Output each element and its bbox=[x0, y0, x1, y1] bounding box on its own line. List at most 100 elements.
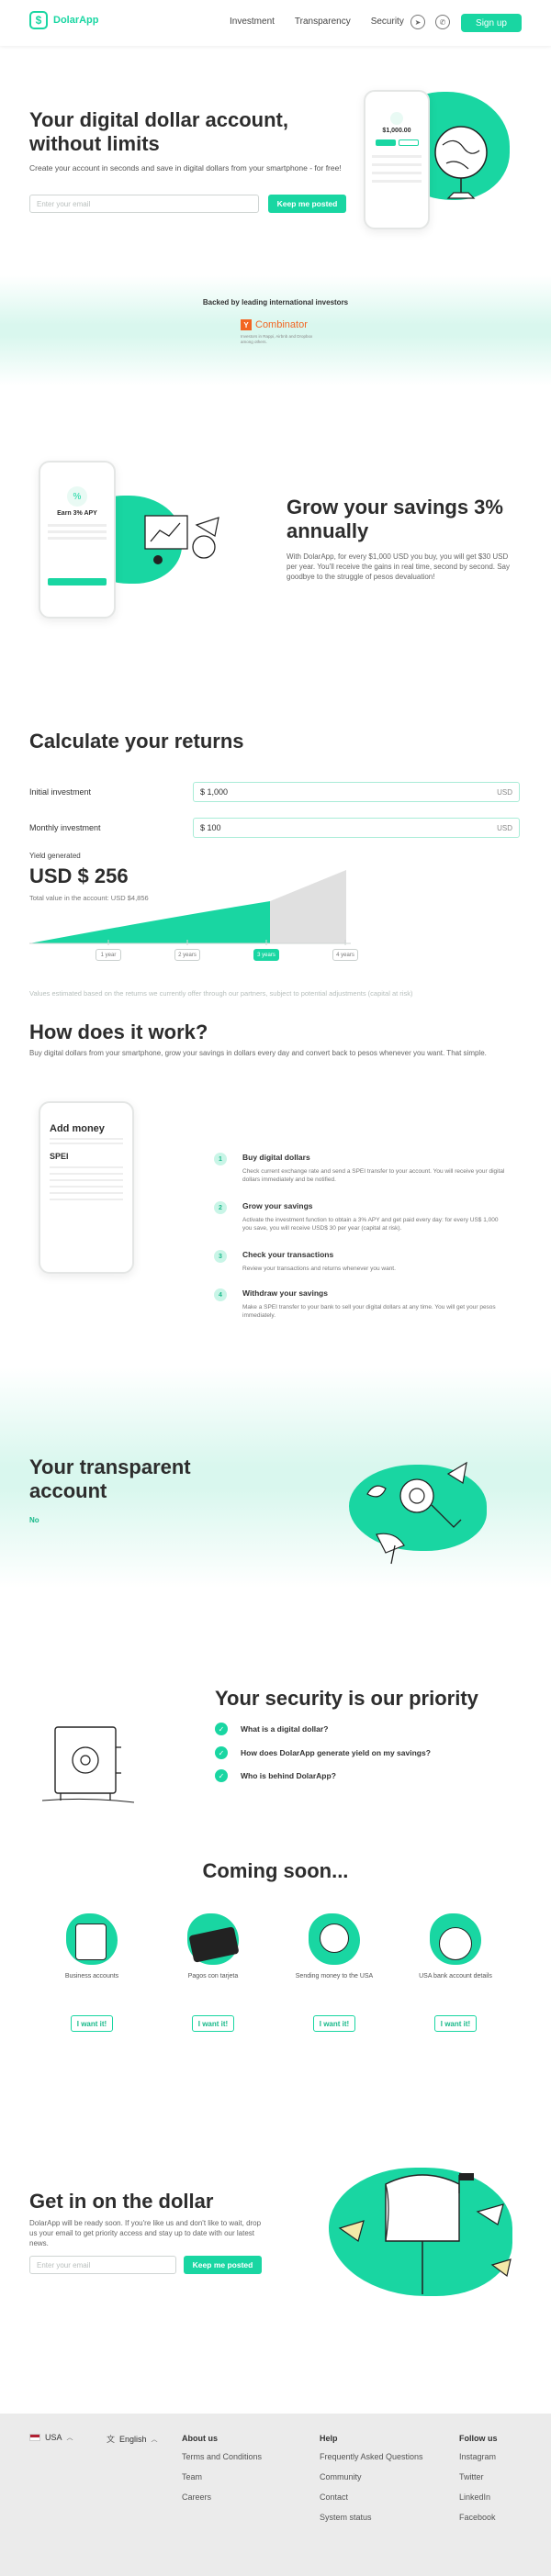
yc-logo: Y Combinator bbox=[241, 319, 308, 330]
faq-item-1[interactable]: ✓ What is a digital dollar? bbox=[215, 1723, 328, 1735]
language-label: English bbox=[119, 2434, 147, 2444]
transparent-tag: No bbox=[29, 1516, 39, 1524]
want-usa-bank-button[interactable]: I want it! bbox=[434, 2015, 477, 2032]
yc-note: Investors in Rappi, Airbnb and Dropbox a… bbox=[241, 334, 313, 344]
footer-link-community[interactable]: Community bbox=[320, 2472, 362, 2481]
phone-spei-brand: SPEI bbox=[50, 1152, 69, 1161]
hero-phone-mockup: $1,000.00 bbox=[364, 90, 430, 229]
phone-add-money-title: Add money bbox=[50, 1123, 105, 1134]
footer-link-twitter[interactable]: Twitter bbox=[459, 2472, 484, 2481]
yc-icon: Y bbox=[241, 319, 252, 330]
step-desc-2: Activate the investment function to obta… bbox=[242, 1217, 499, 1232]
soon-label-card-payments: Pagos con tarjeta bbox=[187, 1973, 239, 1979]
getin-title: Get in on the dollar bbox=[29, 2190, 214, 2213]
telegram-icon[interactable]: ➤ bbox=[410, 15, 425, 29]
yc-name: Combinator bbox=[255, 319, 308, 330]
hero-keep-posted-button[interactable]: Keep me posted bbox=[268, 195, 346, 213]
monthly-investment-field[interactable]: $ 100 USD bbox=[193, 818, 520, 838]
nav-investment[interactable]: Investment bbox=[230, 17, 275, 27]
nav-security[interactable]: Security bbox=[371, 17, 404, 27]
year-option-2[interactable]: 2 years bbox=[174, 949, 200, 961]
briefcase-icon bbox=[75, 1924, 107, 1960]
getin-email-input[interactable]: Enter your email bbox=[29, 2256, 176, 2274]
chevron-up-icon: ︿ bbox=[66, 2435, 73, 2441]
hero-subtitle: Create your account in seconds and save … bbox=[29, 163, 342, 173]
translate-icon: 文 bbox=[107, 2435, 116, 2444]
mailbox-illustration bbox=[338, 2173, 512, 2294]
investors-label: Backed by leading international investor… bbox=[202, 298, 349, 307]
yield-label: Yield generated bbox=[29, 852, 81, 860]
whatsapp-icon[interactable]: ✆ bbox=[435, 15, 450, 29]
footer-link-terms[interactable]: Terms and Conditions bbox=[182, 2452, 262, 2461]
faq-item-2[interactable]: ✓ How does DolarApp generate yield on my… bbox=[215, 1746, 431, 1759]
footer-link-contact[interactable]: Contact bbox=[320, 2492, 348, 2502]
year-option-1[interactable]: 1 year bbox=[96, 949, 121, 961]
want-send-usa-button[interactable]: I want it! bbox=[313, 2015, 355, 2032]
currency-label: USD bbox=[497, 787, 512, 797]
logo-text: DolarApp bbox=[53, 15, 99, 26]
step-title-3: Check your transactions bbox=[242, 1250, 334, 1259]
how-title: How does it work? bbox=[29, 1020, 208, 1043]
want-business-button[interactable]: I want it! bbox=[71, 2015, 113, 2032]
bank-building-icon bbox=[439, 1927, 472, 1960]
step-number-3: 3 bbox=[214, 1250, 227, 1263]
savings-title: Grow your savings 3% annually bbox=[287, 496, 503, 543]
currency-label: USD bbox=[497, 823, 512, 832]
footer-help-heading: Help bbox=[320, 2434, 338, 2443]
step-number-2: 2 bbox=[214, 1201, 227, 1214]
footer-link-facebook[interactable]: Facebook bbox=[459, 2513, 496, 2522]
savings-phone-mockup: % Earn 3% APY bbox=[39, 461, 116, 619]
country-selector[interactable]: USA ︿ bbox=[29, 2433, 73, 2442]
check-icon: ✓ bbox=[215, 1769, 228, 1782]
how-subtitle: Buy digital dollars from your smartphone… bbox=[29, 1049, 487, 1057]
year-option-4[interactable]: 4 years bbox=[332, 949, 358, 961]
step-desc-3: Review your transactions and returns whe… bbox=[242, 1266, 396, 1272]
footer-link-system-status[interactable]: System status bbox=[320, 2513, 372, 2522]
returns-growth-chart bbox=[29, 870, 351, 945]
parachute-icon bbox=[320, 1924, 349, 1953]
phone-earn-label: Earn 3% APY bbox=[57, 510, 97, 517]
footer-link-linkedin[interactable]: LinkedIn bbox=[459, 2492, 490, 2502]
globe-illustration bbox=[434, 126, 488, 199]
want-card-button[interactable]: I want it! bbox=[192, 2015, 234, 2032]
soon-label-business: Business accounts bbox=[64, 1973, 119, 1979]
faq-question: How does DolarApp generate yield on my s… bbox=[241, 1748, 431, 1757]
step-title-4: Withdraw your savings bbox=[242, 1288, 328, 1298]
step-number-1: 1 bbox=[214, 1153, 227, 1165]
getin-keep-posted-button[interactable]: Keep me posted bbox=[184, 2256, 262, 2274]
initial-investment-label: Initial investment bbox=[29, 787, 92, 797]
nav-transparency[interactable]: Transparency bbox=[295, 17, 351, 27]
step-number-4: 4 bbox=[214, 1288, 227, 1301]
hero-title: Your digital dollar account, without lim… bbox=[29, 108, 288, 156]
calculator-title: Calculate your returns bbox=[29, 730, 244, 753]
logo[interactable]: $ DolarApp bbox=[29, 11, 99, 29]
site-header: $ DolarApp Investment Transparency Secur… bbox=[0, 0, 551, 46]
monthly-investment-value: $ 100 bbox=[200, 823, 221, 832]
faq-item-3[interactable]: ✓ Who is behind DolarApp? bbox=[215, 1769, 336, 1782]
phone-balance: $1,000.00 bbox=[382, 128, 411, 134]
us-flag-icon bbox=[29, 2434, 40, 2441]
coming-soon-title: Coming soon... bbox=[202, 1859, 349, 1882]
footer-link-instagram[interactable]: Instagram bbox=[459, 2452, 496, 2461]
initial-investment-value: $ 1,000 bbox=[200, 787, 229, 797]
savings-text: With DolarApp, for every $1,000 USD you … bbox=[287, 552, 511, 581]
savings-illustration bbox=[144, 515, 219, 564]
signup-button[interactable]: Sign up bbox=[461, 14, 522, 32]
hero-email-input[interactable]: Enter your email bbox=[29, 195, 259, 213]
country-label: USA bbox=[45, 2433, 62, 2442]
footer-link-faq[interactable]: Frequently Asked Questions bbox=[320, 2452, 423, 2461]
main-nav: Investment Transparency Security bbox=[230, 17, 404, 27]
footer-about-heading: About us bbox=[182, 2434, 218, 2443]
year-option-3[interactable]: 3 years bbox=[253, 949, 279, 961]
language-selector[interactable]: 文 English ︿ bbox=[107, 2433, 158, 2445]
soon-label-send-usa: Sending money to the USA bbox=[295, 1973, 374, 1979]
check-icon: ✓ bbox=[215, 1746, 228, 1759]
footer-link-careers[interactable]: Careers bbox=[182, 2492, 211, 2502]
dollar-logo-icon: $ bbox=[29, 11, 48, 29]
chevron-up-icon: ︿ bbox=[151, 2436, 158, 2443]
how-phone-mockup: Add money SPEI bbox=[39, 1101, 134, 1274]
initial-investment-field[interactable]: $ 1,000 USD bbox=[193, 782, 520, 802]
footer-link-team[interactable]: Team bbox=[182, 2472, 202, 2481]
step-desc-4: Make a SPEI transfer to your bank to sel… bbox=[242, 1304, 496, 1320]
check-icon: ✓ bbox=[215, 1723, 228, 1735]
